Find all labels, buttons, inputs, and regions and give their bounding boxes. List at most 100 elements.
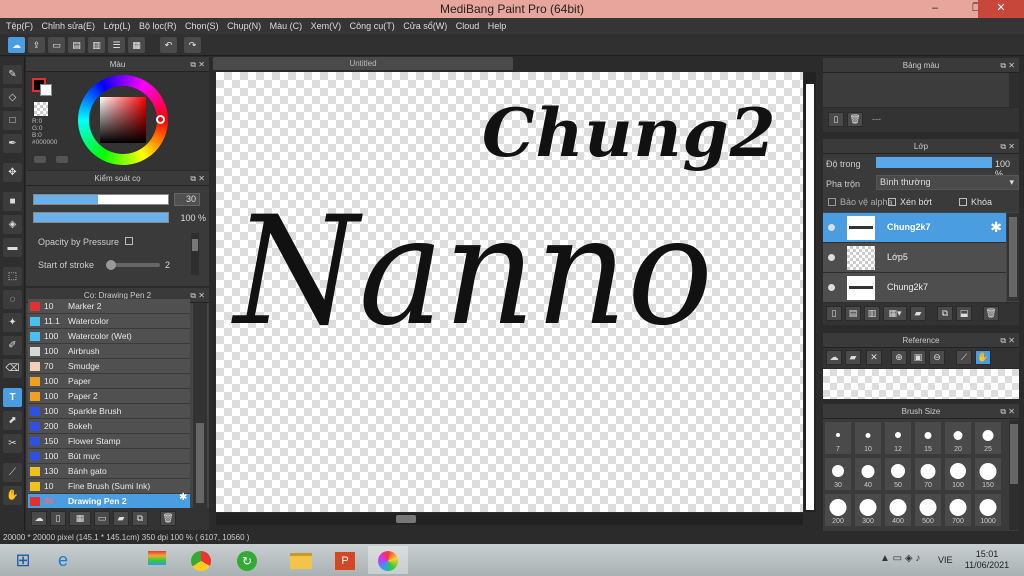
protect-alpha-checkbox[interactable] — [828, 198, 836, 206]
opacity-by-pressure-checkbox[interactable] — [125, 237, 133, 245]
new-brush-icon[interactable]: ▯ — [50, 511, 66, 526]
merge-layer-icon[interactable]: ⬓ — [956, 306, 972, 321]
select-pen-tool-icon[interactable]: ✐ — [3, 336, 22, 355]
panel-close-icon[interactable]: ⧉ ✕ — [1000, 333, 1015, 348]
brush-size-preset[interactable]: 12 — [884, 421, 912, 455]
menu-cloud[interactable]: Cloud — [450, 18, 480, 34]
delete-layer-icon[interactable]: 🗑 — [983, 306, 999, 321]
brush-size-preset[interactable]: 200 — [824, 493, 852, 527]
layer-item[interactable]: Lớp5 — [823, 243, 1006, 273]
brush-size-preset[interactable]: 30 — [824, 457, 852, 491]
brush-size-preset[interactable]: 50 — [884, 457, 912, 491]
edit-brush-icon[interactable]: ▭ — [94, 511, 110, 526]
share-icon[interactable]: ⇪ — [28, 37, 45, 53]
canvas-horizontal-scrollbar[interactable] — [216, 513, 803, 525]
color-wheel[interactable] — [78, 75, 168, 165]
cloud-brush-icon[interactable]: ☁ — [31, 511, 47, 526]
clipping-checkbox[interactable] — [888, 198, 896, 206]
delete-brush-icon[interactable]: 🗑 — [160, 511, 176, 526]
background-color-swatch[interactable] — [40, 84, 52, 96]
brush-list-item[interactable]: 100 Bút mực — [28, 449, 190, 464]
document-icon[interactable]: ▥ — [88, 37, 105, 53]
clock[interactable]: 15:01 11/06/2021 — [964, 549, 1010, 571]
visibility-icon[interactable] — [828, 284, 835, 291]
brush-size-preset[interactable]: 7 — [824, 421, 852, 455]
bucket-tool-icon[interactable]: ◈ — [3, 215, 22, 234]
panel-close-icon[interactable]: ⧉ ✕ — [190, 288, 205, 303]
layer-opacity-slider[interactable] — [876, 157, 992, 168]
saturation-value-square[interactable] — [100, 97, 146, 143]
visibility-icon[interactable] — [828, 224, 835, 231]
panel-close-icon[interactable]: ⧉ ✕ — [1000, 404, 1015, 419]
menu-tools[interactable]: Công cụ(T) — [344, 18, 395, 34]
brush-size-preset[interactable]: 500 — [914, 493, 942, 527]
fill-rect-tool-icon[interactable]: ■ — [3, 192, 22, 211]
palette-scrollbar[interactable] — [1009, 73, 1019, 107]
brush-list-item[interactable]: 30 Drawing Pen 2 — [28, 494, 190, 509]
comment-icon[interactable]: ▭ — [48, 37, 65, 53]
drawing-canvas[interactable]: Chung2 Nanno — [216, 72, 803, 512]
menu-edit[interactable]: Chỉnh sửa(E) — [36, 18, 96, 34]
brush-list-item[interactable]: 200 Bokeh — [28, 419, 190, 434]
color-set-button[interactable] — [56, 156, 68, 163]
internet-explorer-icon[interactable]: e — [44, 546, 82, 574]
folder-icon[interactable]: ▰ — [113, 511, 129, 526]
close-button[interactable]: ✕ — [978, 0, 1024, 18]
brush-list-scrollbar[interactable] — [193, 303, 207, 508]
brush-size-scrollbar[interactable] — [1009, 420, 1019, 530]
brush-size-preset[interactable]: 40 — [854, 457, 882, 491]
brush-list-item[interactable]: 11.1 Watercolor — [28, 314, 190, 329]
cloud-reference-icon[interactable]: ☁ — [826, 350, 842, 365]
menu-file[interactable]: Tệp(F) — [0, 18, 33, 34]
brush-list-item[interactable]: 10 Fine Brush (Sumi Ink) — [28, 479, 190, 494]
menu-select[interactable]: Chọn(S) — [179, 18, 219, 34]
gradient-tool-icon[interactable]: ▬ — [3, 238, 22, 257]
brush-size-preset[interactable]: 10 — [854, 421, 882, 455]
brush-size-preset[interactable]: 1000 — [974, 493, 1002, 527]
brush-size-preset[interactable]: 20 — [944, 421, 972, 455]
app-icon[interactable]: ↻ — [228, 546, 266, 574]
file-explorer-icon[interactable] — [282, 546, 320, 574]
color-mode-button[interactable] — [34, 156, 46, 163]
brush-size-preset[interactable]: 25 — [974, 421, 1002, 455]
layer-settings-gear-icon[interactable]: ✱ — [990, 219, 1002, 236]
brush-size-preset[interactable]: 100 — [944, 457, 972, 491]
hand-tool-icon[interactable]: ✋ — [3, 486, 22, 505]
eraser-tool-icon[interactable]: ◇ — [3, 88, 22, 107]
eyedropper-icon[interactable]: ⟋ — [956, 350, 972, 365]
brush-list-item[interactable]: 100 Airbrush — [28, 344, 190, 359]
canvas-tab[interactable]: Untitled — [213, 57, 513, 70]
brush-opacity-slider[interactable] — [33, 212, 169, 223]
redo-icon[interactable]: ↷ — [184, 37, 201, 53]
brush-list-item[interactable]: 10 Marker 2 — [28, 299, 190, 314]
menu-help[interactable]: Help — [482, 18, 507, 34]
text-tool-icon[interactable]: T — [3, 388, 22, 407]
layer-item[interactable]: Chung2k7 — [823, 273, 1006, 303]
magic-wand-tool-icon[interactable]: ✦ — [3, 313, 22, 332]
brush-list-item[interactable]: 70 Smudge — [28, 359, 190, 374]
chat-icon[interactable]: ▤ — [68, 37, 85, 53]
close-reference-icon[interactable]: ✕ — [866, 350, 882, 365]
operation-tool-icon[interactable]: ⬈ — [3, 411, 22, 430]
layer-item[interactable]: Chung2k7 ✱ — [823, 213, 1006, 243]
brush-size-preset[interactable]: 400 — [884, 493, 912, 527]
delete-palette-icon[interactable]: 🗑 — [847, 112, 863, 127]
duplicate-layer-icon[interactable]: ⧉ — [937, 306, 953, 321]
brush-settings-gear-icon[interactable]: ✱ — [179, 492, 187, 503]
undo-icon[interactable]: ↶ — [160, 37, 177, 53]
brush-control-scrollbar[interactable] — [191, 233, 199, 275]
brush-list-item[interactable]: 150 Flower Stamp — [28, 434, 190, 449]
grid-icon[interactable]: ▦ — [128, 37, 145, 53]
language-indicator[interactable]: VIE — [938, 555, 953, 565]
hue-handle[interactable] — [156, 115, 165, 124]
fit-view-icon[interactable]: ▣ — [910, 350, 926, 365]
start-of-stroke-handle[interactable] — [106, 260, 116, 270]
add-brush-icon[interactable]: ▦ — [69, 511, 91, 526]
menu-window[interactable]: Cửa sổ(W) — [397, 18, 447, 34]
visibility-icon[interactable] — [828, 254, 835, 261]
brush-list-item[interactable]: 100 Paper 2 — [28, 389, 190, 404]
brush-size-preset[interactable]: 300 — [854, 493, 882, 527]
panel-close-icon[interactable]: ⧉ ✕ — [190, 171, 205, 186]
select-eraser-tool-icon[interactable]: ⌫ — [3, 359, 22, 378]
brush-size-preset[interactable]: 15 — [914, 421, 942, 455]
